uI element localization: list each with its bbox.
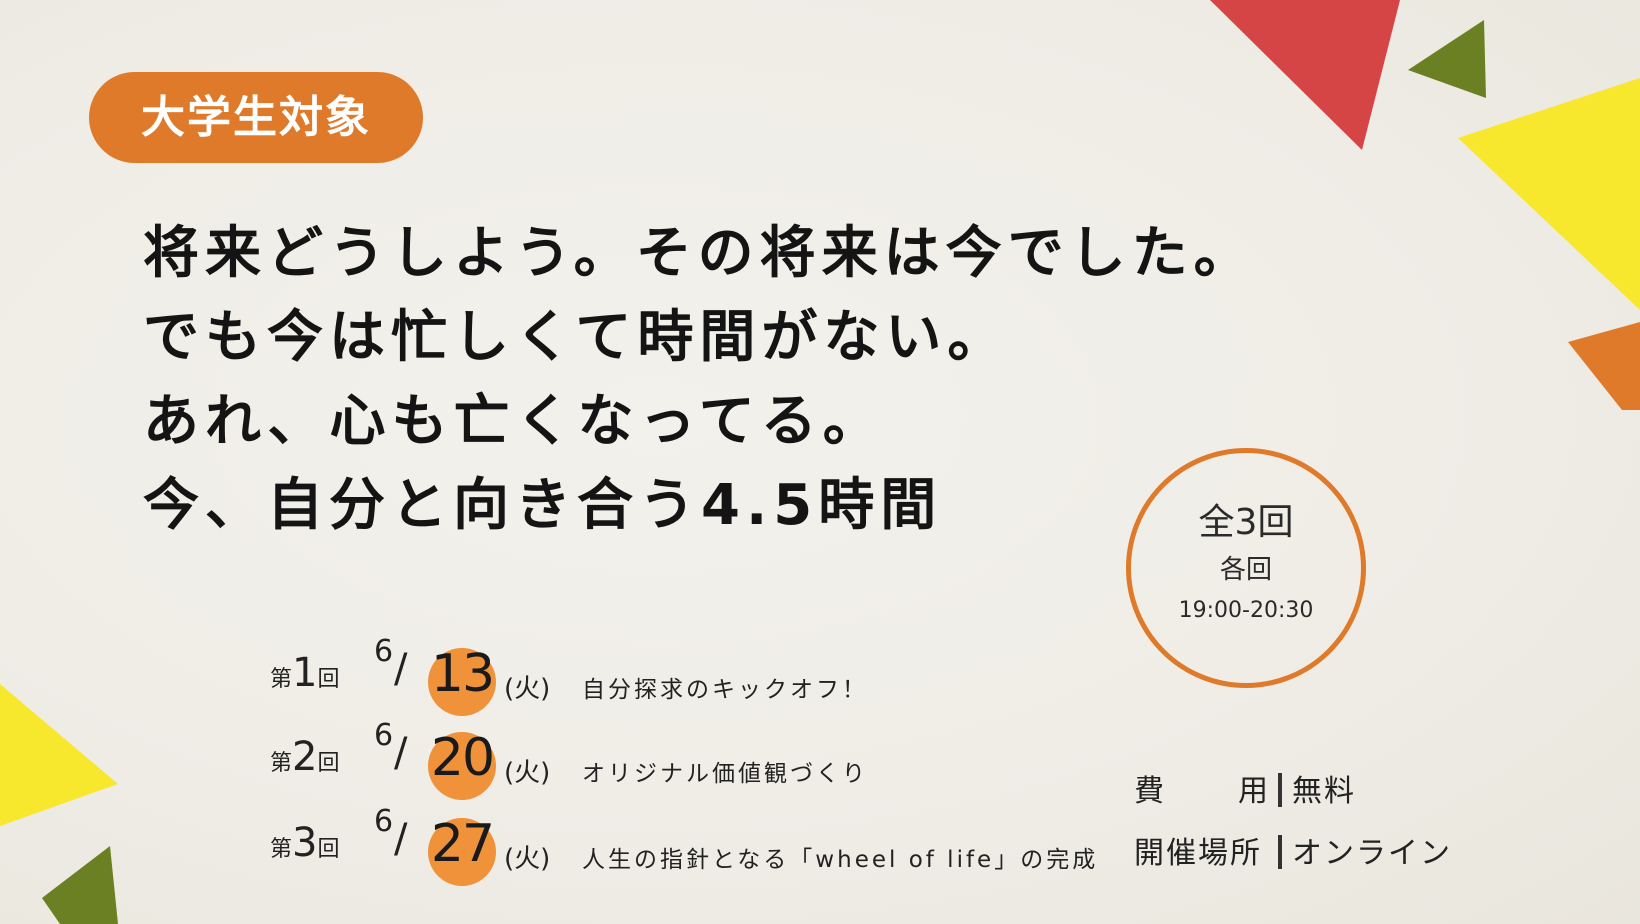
venue-info: 開催場所 オンライン	[1134, 828, 1452, 872]
session-dai: 第	[270, 667, 293, 692]
date-slash: /	[394, 646, 408, 692]
headline-line: 今、自分と向き合う4.5時間	[143, 473, 943, 538]
session-kai: 回	[317, 837, 340, 862]
green-triangle-top	[1408, 20, 1486, 98]
session-dai: 第	[270, 751, 293, 776]
each-session-label: 各回	[1219, 555, 1272, 585]
session-day: 20	[430, 728, 495, 788]
yellow-triangle-right	[1458, 78, 1640, 310]
headline-line: 将来どうしよう。その将来は今でした。	[143, 221, 1256, 286]
cost-info: 費用 無料	[1134, 766, 1356, 810]
schedule-circle: 全3回 各回 19:00-20:30	[1126, 448, 1366, 688]
session-kai: 回	[317, 751, 340, 776]
separator	[1278, 835, 1282, 869]
total-sessions: 全3回	[1198, 502, 1294, 543]
session-dai: 第	[270, 837, 293, 862]
date-slash: /	[394, 816, 408, 862]
orange-triangle-right	[1568, 322, 1640, 410]
session-num: 1	[292, 650, 318, 696]
target-audience-badge: 大学生対象	[89, 72, 423, 163]
session-kai: 回	[317, 667, 340, 692]
red-triangle	[1210, 0, 1400, 150]
session-number: 第2回	[270, 734, 339, 780]
session-month: 6	[374, 718, 394, 753]
session-weekday: (火)	[504, 674, 551, 704]
yellow-triangle-left	[0, 684, 118, 826]
separator	[1278, 773, 1282, 807]
session-day: 27	[430, 814, 495, 874]
green-triangle-bottom	[42, 846, 118, 924]
session-day: 13	[430, 644, 495, 704]
cost-value: 無料	[1292, 774, 1356, 809]
session-month: 6	[374, 634, 394, 669]
session-weekday: (火)	[504, 758, 551, 788]
session-title: 人生の指針となる「wheel of life」の完成	[582, 847, 1099, 873]
date-slash: /	[394, 730, 408, 776]
session-time: 19:00-20:30	[1178, 598, 1314, 623]
venue-value: オンライン	[1292, 836, 1452, 871]
cost-label: 費用	[1134, 774, 1270, 809]
session-number: 第3回	[270, 820, 339, 866]
headline-line: でも今は忙しくて時間がない。	[143, 305, 1010, 370]
session-num: 2	[292, 734, 318, 780]
session-weekday: (火)	[504, 844, 551, 874]
venue-label: 開催場所	[1134, 836, 1262, 871]
session-month: 6	[374, 804, 394, 839]
headline-line: あれ、心も亡くなってる。	[143, 389, 885, 454]
session-title: オリジナル価値観づくり	[582, 761, 868, 787]
session-title: 自分探求のキックオフ！	[582, 677, 868, 703]
session-number: 第1回	[270, 650, 339, 696]
headline: 将来どうしよう。その将来は今でした。 でも今は忙しくて時間がない。 あれ、心も亡…	[143, 212, 1256, 548]
session-num: 3	[292, 820, 318, 866]
